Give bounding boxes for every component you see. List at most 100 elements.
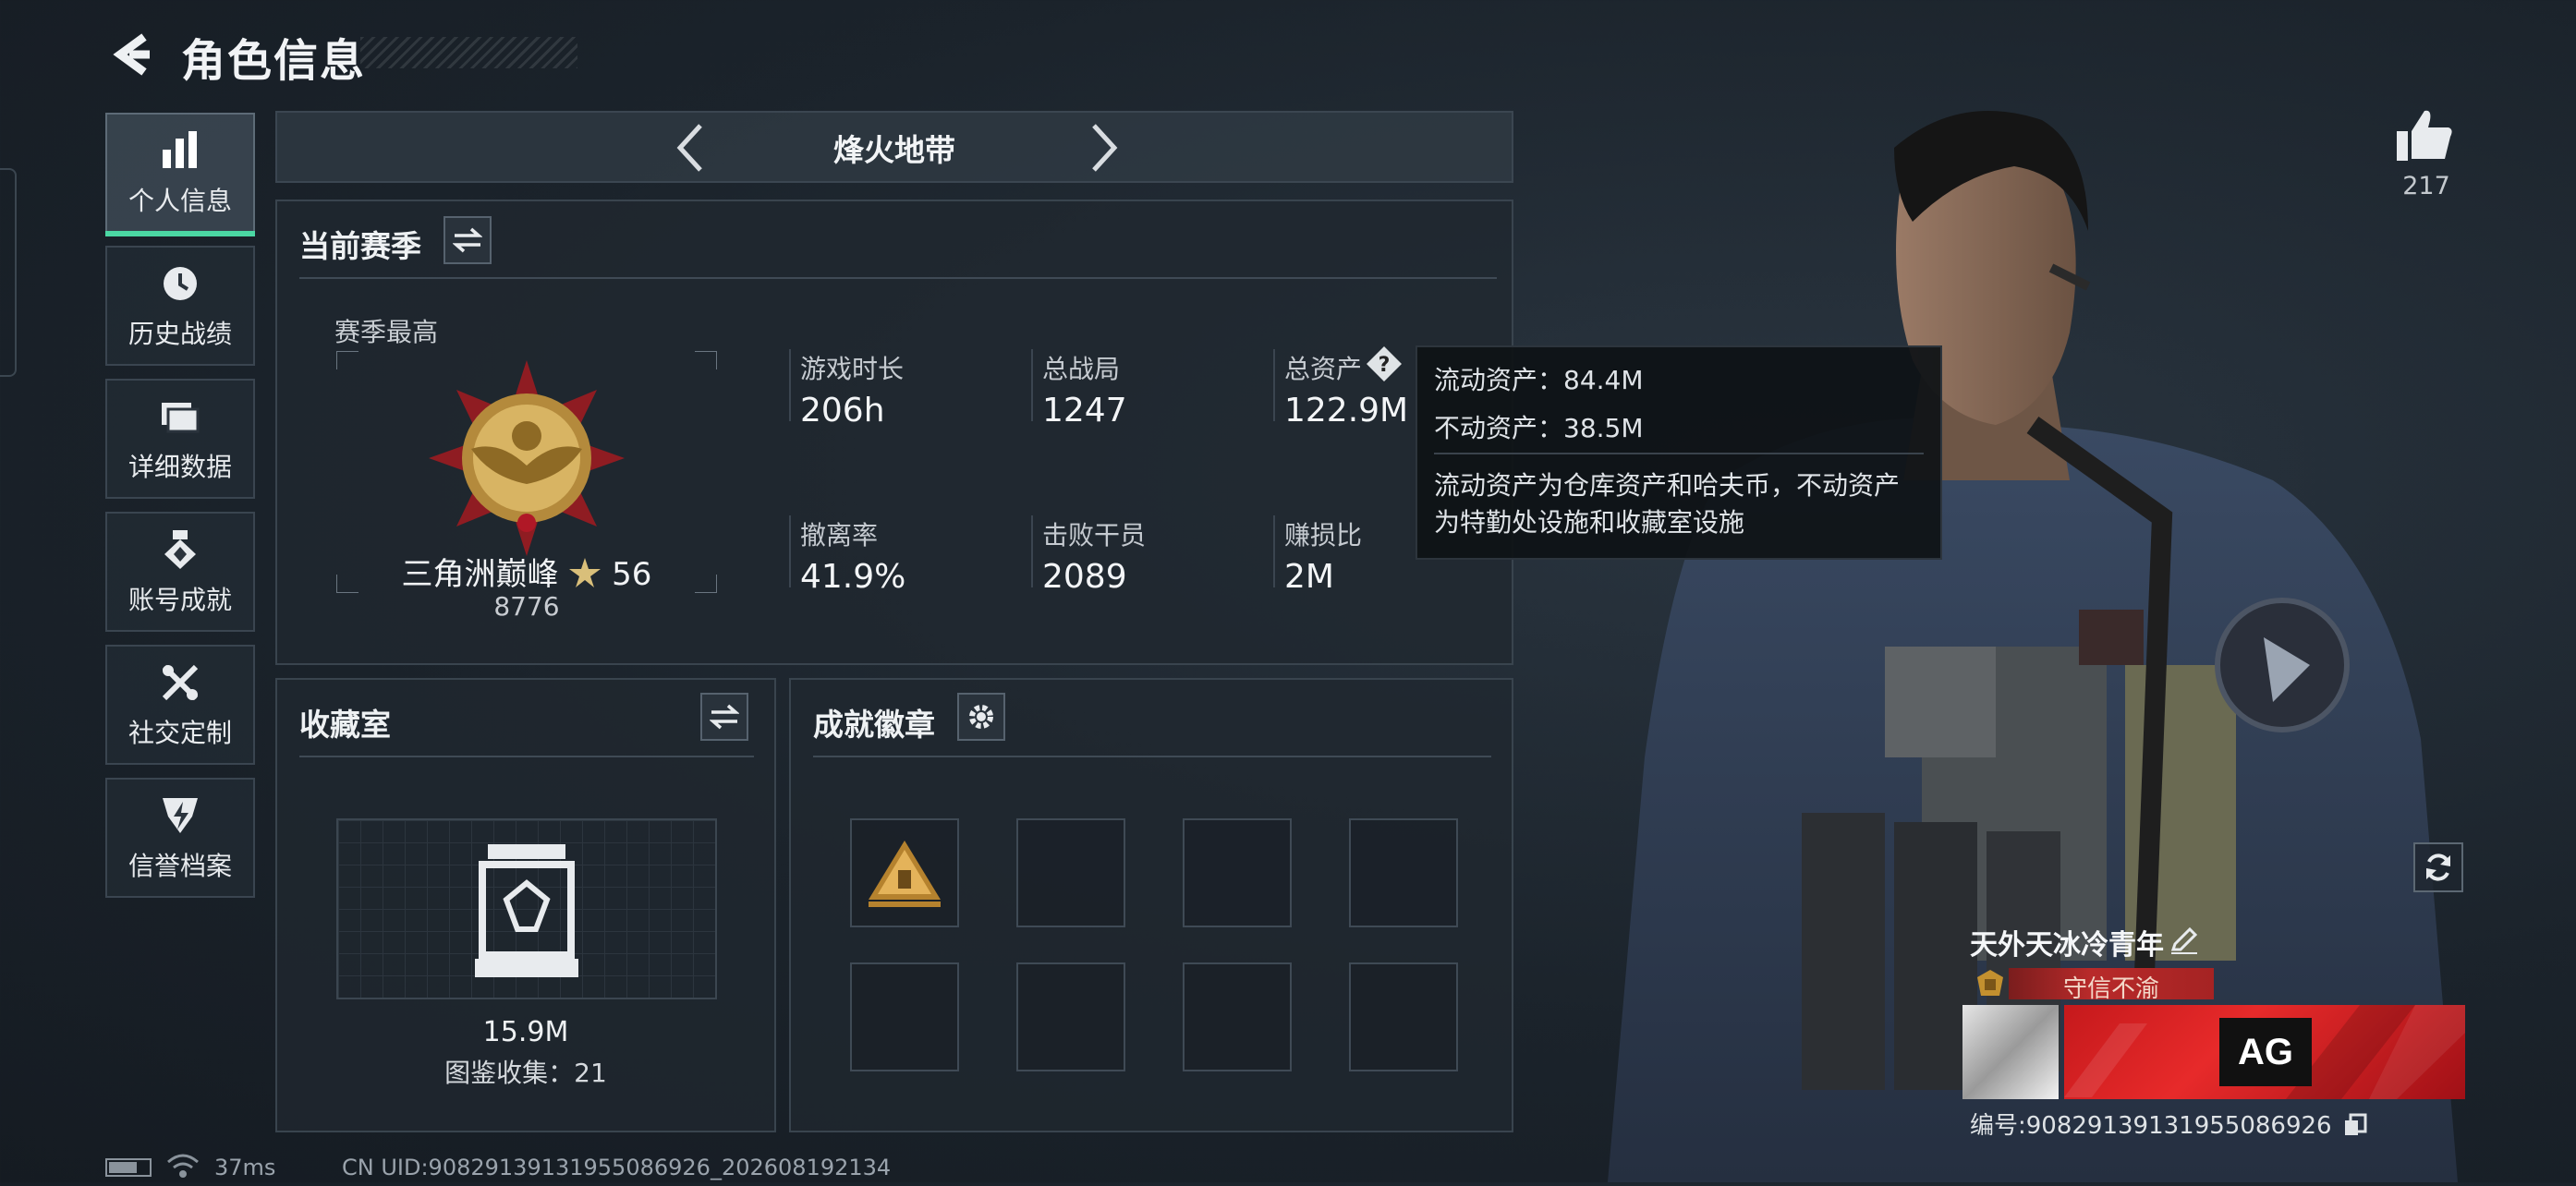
medal-icon bbox=[157, 526, 203, 573]
tools-icon bbox=[157, 660, 203, 706]
stat-divider bbox=[1031, 349, 1033, 421]
thumbs-up-icon bbox=[2397, 110, 2452, 161]
stat-value-matches: 1247 bbox=[1042, 392, 1127, 430]
player-title: 守信不渝 bbox=[2062, 975, 2159, 1003]
sidebar-item-details[interactable]: 详细数据 bbox=[105, 379, 255, 499]
swap-icon bbox=[453, 227, 482, 253]
clock-icon bbox=[157, 260, 203, 307]
team-banner: AG bbox=[2064, 1005, 2465, 1099]
achievements-panel: 成就徽章 bbox=[789, 678, 1513, 1132]
collection-room-preview[interactable] bbox=[336, 818, 717, 999]
season-divider bbox=[299, 277, 1497, 279]
battery-icon bbox=[105, 1158, 152, 1177]
sidebar-item-reputation[interactable]: 信誉档案 bbox=[105, 778, 255, 898]
achievements-divider bbox=[813, 756, 1491, 757]
stat-value-profit-ratio: 2M bbox=[1284, 558, 1334, 596]
sidebar-item-label: 社交定制 bbox=[128, 718, 232, 748]
badge-slot[interactable] bbox=[1183, 962, 1292, 1071]
rank-frame: 三角洲巅峰 56 8776 bbox=[336, 351, 717, 622]
collection-panel: 收藏室 15.9M 图鉴收集：21 bbox=[275, 678, 776, 1132]
player-title-bar: 守信不渝 bbox=[2009, 968, 2214, 1003]
player-avatar[interactable] bbox=[1962, 1005, 2059, 1099]
stat-label-assets: 总资产 bbox=[1284, 354, 1363, 384]
assets-help-icon[interactable]: ? bbox=[1366, 345, 1403, 382]
next-mode-button[interactable] bbox=[1075, 120, 1131, 175]
badge-slot[interactable] bbox=[850, 962, 959, 1071]
stat-label-profit-ratio: 赚损比 bbox=[1284, 520, 1363, 551]
stat-value-playtime: 206h bbox=[800, 392, 885, 430]
badge-slot[interactable] bbox=[1183, 818, 1292, 927]
collection-divider bbox=[299, 756, 754, 757]
badge-slot[interactable] bbox=[1349, 818, 1458, 927]
stat-label-matches: 总战局 bbox=[1042, 354, 1121, 384]
season-panel: 当前赛季 赛季最高 三角洲巅峰 56 8776 游戏时长 206h 总战局 12… bbox=[275, 200, 1513, 665]
pencil-icon bbox=[2170, 926, 2198, 954]
season-title: 当前赛季 bbox=[299, 228, 421, 264]
mode-selector: 烽火地带 bbox=[275, 111, 1513, 183]
badge-slot[interactable] bbox=[850, 818, 959, 927]
like-count: 217 bbox=[2402, 172, 2450, 200]
wifi-icon bbox=[166, 1153, 200, 1179]
refresh-button[interactable] bbox=[2413, 842, 2463, 892]
badge-slot[interactable] bbox=[1349, 962, 1458, 1071]
stat-divider bbox=[1031, 515, 1033, 587]
sidebar-item-achievements[interactable]: 账号成就 bbox=[105, 512, 255, 632]
achievements-settings-button[interactable] bbox=[957, 693, 1005, 741]
page-title: 角色信息 bbox=[181, 35, 367, 87]
stat-label-kills: 击败干员 bbox=[1042, 520, 1147, 551]
reputation-medal-icon bbox=[1972, 968, 2009, 999]
assets-tooltip: 流动资产：84.4M 不动资产：38.5M 流动资产为仓库资产和哈夫币，不动资产… bbox=[1416, 345, 1942, 560]
sidebar-item-label: 信誉档案 bbox=[128, 851, 232, 881]
pyramid-badge-icon bbox=[869, 841, 941, 907]
star-icon bbox=[569, 558, 601, 587]
sidebar-item-label: 个人信息 bbox=[128, 186, 232, 216]
team-logo: AG bbox=[2219, 1018, 2312, 1086]
tooltip-liquid-assets: 流动资产：84.4M bbox=[1434, 365, 1644, 395]
rank-line: 三角洲巅峰 56 bbox=[336, 549, 717, 594]
collection-value: 15.9M bbox=[482, 1016, 569, 1048]
chevron-right-icon bbox=[1092, 124, 1118, 172]
copy-icon[interactable] bbox=[2343, 1113, 2367, 1137]
sidebar-item-history[interactable]: 历史战绩 bbox=[105, 246, 255, 366]
edit-name-button[interactable] bbox=[2169, 926, 2199, 955]
tooltip-fixed-assets: 不动资产：38.5M bbox=[1434, 413, 1644, 443]
catalog-count: 图鉴收集：21 bbox=[444, 1058, 607, 1088]
sidebar-item-personal-info[interactable]: 个人信息 bbox=[105, 113, 255, 236]
achievements-title: 成就徽章 bbox=[813, 707, 935, 743]
collection-title: 收藏室 bbox=[299, 707, 391, 743]
ping-text: 37ms bbox=[214, 1155, 276, 1180]
tooltip-divider bbox=[1434, 453, 1924, 454]
sidebar-item-label: 历史战绩 bbox=[128, 319, 232, 349]
sidebar-item-social[interactable]: 社交定制 bbox=[105, 645, 255, 765]
like-button[interactable] bbox=[2395, 107, 2454, 163]
uid-text: CN UID:9082913913195508692​6_20260819213… bbox=[342, 1155, 892, 1180]
sidebar-item-label: 详细数据 bbox=[128, 452, 232, 482]
stat-divider bbox=[1273, 349, 1275, 421]
sidebar-item-label: 账号成就 bbox=[128, 585, 232, 615]
rank-score: 8776 bbox=[493, 591, 560, 622]
stat-value-extract-rate: 41.9% bbox=[800, 558, 906, 596]
stat-label-extract-rate: 撤离率 bbox=[800, 520, 879, 551]
rank-name: 三角洲巅峰 bbox=[401, 556, 559, 593]
stat-divider bbox=[1273, 515, 1275, 587]
rank-badge-icon bbox=[425, 357, 628, 560]
refresh-icon bbox=[2426, 853, 2450, 881]
title-decoration bbox=[360, 37, 577, 68]
shield-icon bbox=[157, 793, 203, 839]
stat-label-playtime: 游戏时长 bbox=[800, 354, 905, 384]
badge-slot[interactable] bbox=[1016, 962, 1125, 1071]
season-switch-button[interactable] bbox=[444, 216, 492, 264]
stat-value-assets: 122.9M bbox=[1284, 392, 1409, 430]
stat-divider bbox=[789, 515, 791, 587]
back-button[interactable] bbox=[103, 26, 161, 83]
badge-slot[interactable] bbox=[1016, 818, 1125, 927]
stat-divider bbox=[789, 349, 791, 421]
collection-switch-button[interactable] bbox=[700, 693, 748, 741]
mode-title: 烽火地带 bbox=[833, 132, 955, 168]
tooltip-desc-line1: 流动资产为仓库资产和哈夫币，不动资产 bbox=[1434, 470, 1901, 501]
left-edge-handle[interactable] bbox=[0, 168, 17, 377]
swap-icon bbox=[710, 704, 739, 730]
back-arrow-icon bbox=[113, 33, 150, 76]
tooltip-desc-line2: 为特勤处设施和收藏室设施 bbox=[1434, 507, 1745, 538]
stat-value-kills: 2089 bbox=[1042, 558, 1127, 596]
